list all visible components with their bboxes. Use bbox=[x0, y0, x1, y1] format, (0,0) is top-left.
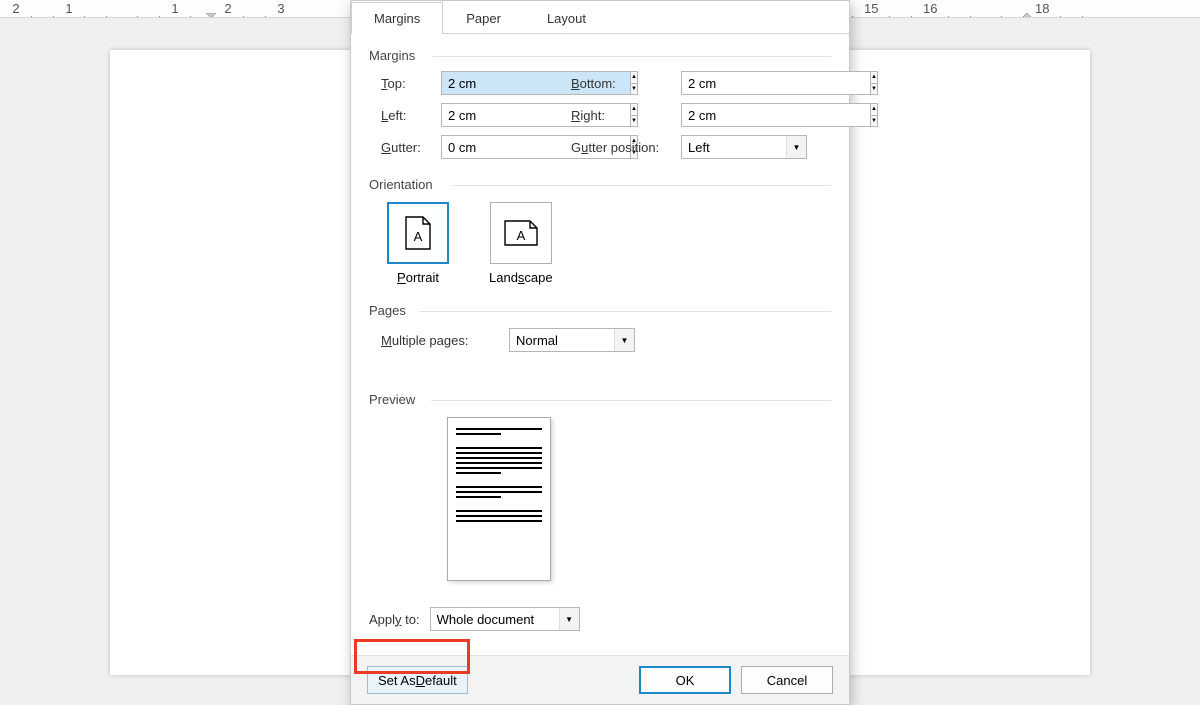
left-margin-spinner[interactable]: ▲▼ bbox=[441, 103, 567, 127]
chevron-down-icon: ▼ bbox=[614, 329, 634, 351]
set-as-default-button[interactable]: Set As Default bbox=[367, 666, 468, 694]
portrait-page-icon: A bbox=[405, 216, 431, 250]
top-margin-spinner[interactable]: ▲▼ bbox=[441, 71, 567, 95]
section-orientation: Orientation bbox=[369, 177, 831, 192]
cancel-button[interactable]: Cancel bbox=[741, 666, 833, 694]
label-gutter: Gutter: bbox=[381, 140, 441, 155]
preview-thumbnail bbox=[447, 417, 551, 581]
section-pages: Pages bbox=[369, 303, 831, 318]
multiple-pages-value: Normal bbox=[516, 333, 558, 348]
page-setup-dialog: Margins Paper Layout Margins Top: ▲▼ Bot… bbox=[350, 0, 850, 705]
tab-paper[interactable]: Paper bbox=[443, 2, 524, 34]
right-margin-input[interactable] bbox=[681, 103, 870, 127]
apply-to-select[interactable]: Whole document ▼ bbox=[430, 607, 580, 631]
section-margins: Margins bbox=[369, 48, 831, 63]
chevron-down-icon: ▼ bbox=[559, 608, 579, 630]
ok-button[interactable]: OK bbox=[639, 666, 731, 694]
svg-text:A: A bbox=[516, 228, 525, 243]
label-bottom: Bottom: bbox=[571, 76, 681, 91]
spin-down-icon[interactable]: ▼ bbox=[871, 84, 877, 95]
tab-margins[interactable]: Margins bbox=[351, 2, 443, 34]
spin-down-icon[interactable]: ▼ bbox=[871, 116, 877, 127]
orientation-portrait[interactable]: A Portrait bbox=[387, 202, 449, 285]
chevron-down-icon: ▼ bbox=[786, 136, 806, 158]
apply-to-value: Whole document bbox=[437, 612, 535, 627]
landscape-page-icon: A bbox=[504, 220, 538, 246]
gutter-spinner[interactable]: ▲▼ bbox=[441, 135, 567, 159]
gutter-position-value: Left bbox=[688, 140, 710, 155]
multiple-pages-select[interactable]: Normal ▼ bbox=[509, 328, 635, 352]
dialog-footer: Set As Default OK Cancel bbox=[351, 655, 849, 704]
label-top: Top: bbox=[381, 76, 441, 91]
portrait-label: Portrait bbox=[397, 270, 439, 285]
bottom-margin-spinner[interactable]: ▲▼ bbox=[681, 71, 807, 95]
spin-up-icon[interactable]: ▲ bbox=[871, 104, 877, 116]
svg-text:A: A bbox=[414, 229, 423, 244]
label-multiple-pages: Multiple pages: bbox=[381, 333, 489, 348]
right-margin-spinner[interactable]: ▲▼ bbox=[681, 103, 807, 127]
dialog-tabs: Margins Paper Layout bbox=[351, 1, 849, 34]
indent-marker-left-icon[interactable] bbox=[206, 13, 216, 18]
label-apply-to: Apply to: bbox=[369, 612, 420, 627]
label-left: Left: bbox=[381, 108, 441, 123]
label-gutter-position: Gutter position: bbox=[571, 140, 681, 155]
label-right: Right: bbox=[571, 108, 681, 123]
section-preview: Preview bbox=[369, 392, 831, 407]
landscape-label: Landscape bbox=[489, 270, 553, 285]
gutter-position-select[interactable]: Left ▼ bbox=[681, 135, 807, 159]
orientation-landscape[interactable]: A Landscape bbox=[489, 202, 553, 285]
tab-layout[interactable]: Layout bbox=[524, 2, 609, 34]
indent-marker-right-icon[interactable] bbox=[1022, 13, 1032, 18]
spin-up-icon[interactable]: ▲ bbox=[871, 72, 877, 84]
bottom-margin-input[interactable] bbox=[681, 71, 870, 95]
